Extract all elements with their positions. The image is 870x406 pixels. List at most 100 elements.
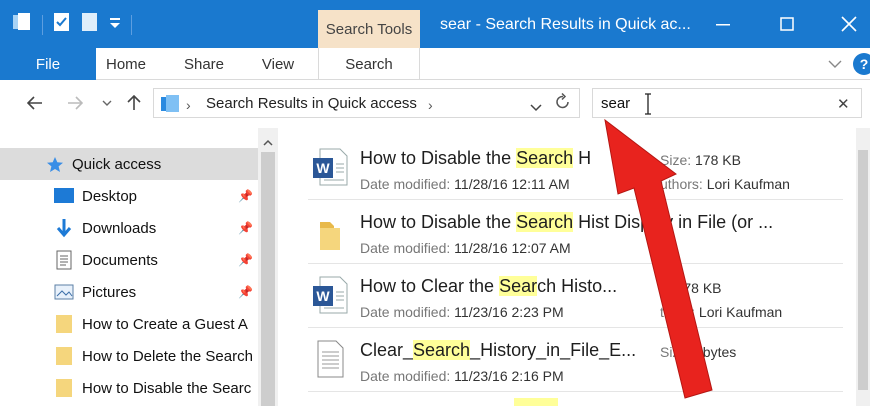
back-arrow-icon — [27, 96, 42, 110]
clear-search-icon[interactable]: ✕ — [837, 95, 850, 113]
forward-button[interactable] — [66, 93, 84, 113]
sidebar-item-downloads[interactable]: Downloads 📌 — [0, 212, 258, 244]
file-name[interactable]: How to Clear the Search Histo... — [360, 276, 617, 297]
tab-view[interactable]: View — [250, 48, 306, 80]
minimize-button[interactable] — [700, 8, 746, 40]
breadcrumb-chevron-icon[interactable]: › — [428, 97, 433, 113]
search-match-highlight: Search — [516, 212, 574, 232]
file-date-modified: Date modified: 11/28/16 12:11 AM — [360, 176, 570, 192]
search-match-highlight: Sear — [499, 276, 538, 296]
properties-icon[interactable] — [53, 12, 71, 37]
close-icon — [841, 16, 857, 32]
search-results-list: W How to Disable the Search H Date modif… — [288, 128, 856, 406]
breadcrumb-location[interactable]: Search Results in Quick access — [206, 95, 417, 112]
toolbar-separator — [131, 14, 132, 35]
sidebar-item-label: Quick access — [72, 156, 162, 173]
title-bar: Search Tools sear - Search Results in Qu… — [0, 0, 870, 48]
file-size: Size: 178 KB — [660, 152, 741, 168]
pin-icon[interactable]: 📌 — [238, 189, 253, 203]
explorer-window-icon — [12, 12, 32, 37]
documents-icon — [56, 250, 72, 274]
sidebar-item-desktop[interactable]: Desktop 📌 — [0, 180, 258, 212]
sidebar-item-folder[interactable]: How to Create a Guest A — [0, 308, 258, 340]
file-authors: uthors: Lori Kaufman — [660, 176, 790, 192]
sidebar-item-folder[interactable]: How to Disable the Searc — [0, 372, 258, 404]
recent-locations-button[interactable] — [98, 93, 116, 113]
file-size: Siz 62 bytes — [660, 344, 737, 360]
svg-text:W: W — [316, 288, 330, 304]
forward-arrow-icon — [68, 96, 83, 110]
text-file-icon — [312, 340, 348, 383]
list-item[interactable]: W How to Disable the Search H Date modif… — [308, 136, 843, 200]
sidebar-item-label: Documents — [82, 252, 158, 269]
search-match-highlight — [514, 398, 558, 406]
quick-access-toolbar — [12, 12, 132, 37]
sidebar-item-label: How to Disable the Searc — [82, 380, 252, 397]
list-item[interactable]: Clear_Search_History_in_File_E... Date m… — [308, 328, 843, 392]
expand-ribbon-icon[interactable] — [828, 56, 842, 74]
breadcrumb-chevron-icon[interactable]: › — [186, 97, 191, 113]
sidebar-item-pictures[interactable]: Pictures 📌 — [0, 276, 258, 308]
new-folder-icon[interactable] — [81, 12, 99, 37]
back-button[interactable] — [26, 93, 44, 113]
refresh-icon[interactable] — [555, 92, 571, 116]
search-box[interactable]: sear ✕ — [592, 88, 862, 118]
navigation-pane-scrollbar[interactable] — [258, 128, 278, 406]
search-match-highlight: Search — [516, 148, 574, 168]
list-item[interactable]: W How to Clear the Search Histo... Date … — [308, 264, 843, 328]
pin-icon[interactable]: 📌 — [238, 253, 253, 267]
sidebar-item-documents[interactable]: Documents 📌 — [0, 244, 258, 276]
file-authors: thors: Lori Kaufman — [660, 304, 783, 320]
search-match-highlight: Search — [413, 340, 471, 360]
file-name[interactable]: Clear_Search_History_in_File_E... — [360, 340, 636, 361]
sidebar-item-folder[interactable]: How to Delete the Search — [0, 340, 258, 372]
address-dropdown-icon[interactable] — [530, 99, 542, 117]
sidebar-item-label: Downloads — [82, 220, 157, 237]
sidebar-item-label: Pictures — [82, 284, 137, 301]
minimize-icon — [716, 24, 730, 26]
list-item[interactable]: How to Disable the Search Hist Display i… — [308, 200, 843, 264]
toolbar-separator — [42, 14, 43, 35]
word-document-icon: W — [312, 148, 348, 191]
sidebar-item-label: How to Create a Guest A — [82, 316, 248, 333]
pictures-icon — [54, 284, 74, 304]
svg-text:W: W — [316, 160, 330, 176]
tab-share[interactable]: Share — [174, 48, 234, 80]
maximize-icon — [780, 17, 794, 31]
tab-search[interactable]: Search — [318, 48, 420, 80]
scrollbar-thumb[interactable] — [858, 150, 868, 390]
file-name[interactable]: How to Disable the Search H — [360, 148, 591, 169]
word-document-icon: W — [312, 276, 348, 319]
window-title: sear - Search Results in Quick ac... — [440, 16, 691, 33]
tab-home[interactable]: Home — [96, 48, 156, 80]
folder-icon — [312, 216, 348, 257]
scroll-up-icon[interactable] — [263, 134, 273, 152]
address-bar[interactable]: › Search Results in Quick access › — [153, 88, 580, 118]
pin-icon[interactable]: 📌 — [238, 221, 253, 235]
file-name[interactable]: How to Disable the Search Hist Display i… — [360, 212, 773, 233]
tab-file[interactable]: File — [0, 48, 96, 80]
customize-toolbar-icon[interactable] — [109, 15, 121, 34]
file-size: e: 178 KB — [660, 280, 722, 296]
search-input[interactable]: sear — [601, 95, 630, 112]
sidebar-item-quick-access[interactable]: Quick access — [0, 148, 258, 180]
results-scrollbar[interactable] — [856, 128, 870, 406]
maximize-button[interactable] — [764, 8, 810, 40]
up-button[interactable] — [125, 93, 143, 113]
sidebar-item-label: How to Delete the Search — [82, 348, 253, 365]
file-date-modified: Date modified: 11/23/16 2:23 PM — [360, 304, 564, 320]
pin-icon[interactable]: 📌 — [238, 285, 253, 299]
navigation-pane: Quick access Desktop 📌 Downloads 📌 Docum… — [0, 128, 258, 406]
sidebar-item-label: Desktop — [82, 188, 138, 205]
text-cursor-icon — [643, 93, 653, 120]
close-button[interactable] — [826, 8, 870, 40]
download-arrow-icon — [56, 218, 72, 242]
folder-icon — [54, 346, 74, 370]
help-icon[interactable]: ? — [853, 53, 870, 75]
file-date-modified: Date modified: 11/23/16 2:16 PM — [360, 368, 564, 384]
star-icon — [46, 156, 64, 177]
folder-icon — [54, 378, 74, 402]
folder-icon — [54, 314, 74, 338]
search-results-folder-icon — [160, 95, 180, 118]
scrollbar-thumb[interactable] — [261, 152, 275, 406]
